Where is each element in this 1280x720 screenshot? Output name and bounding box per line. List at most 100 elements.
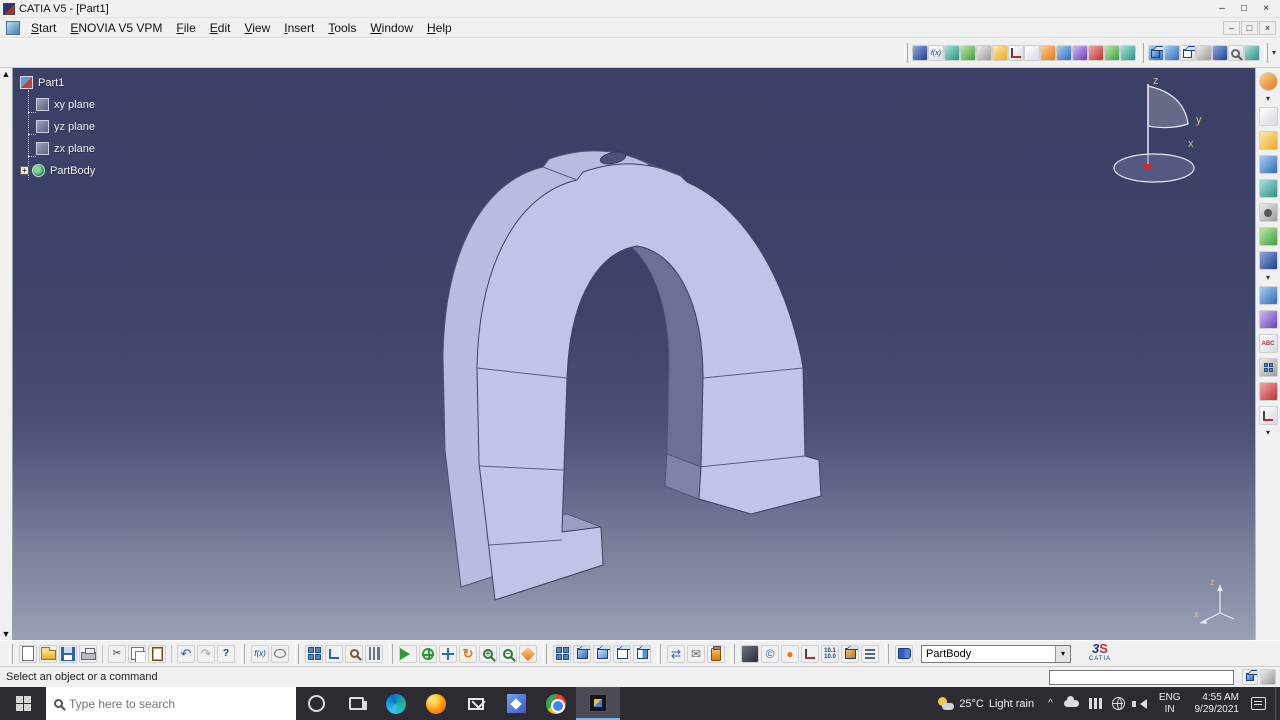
comment-icon[interactable] (271, 644, 289, 663)
formula-icon[interactable]: f(x) (927, 45, 944, 61)
rule-icon[interactable] (943, 45, 960, 61)
menu-file[interactable]: File (169, 19, 202, 37)
measure-icon[interactable]: 10.1 10.0 (821, 644, 839, 663)
options-icon[interactable] (861, 644, 879, 663)
toolbar-grip[interactable] (295, 643, 299, 664)
document-icon[interactable] (6, 20, 20, 35)
search-icon[interactable] (345, 644, 363, 663)
tree-label-part1[interactable]: Part1 (38, 77, 64, 89)
start-button[interactable] (0, 687, 46, 720)
check-icon[interactable] (959, 45, 976, 61)
current-workbench-icon[interactable] (1258, 72, 1278, 91)
part-model[interactable] (442, 150, 822, 601)
zoom-out-icon[interactable]: − (499, 644, 517, 663)
curvature-icon[interactable] (1119, 45, 1136, 61)
tree-node-xy-plane[interactable]: xy plane (36, 98, 95, 111)
toolbar-overflow-icon[interactable]: ▾ (1272, 49, 1276, 57)
save-icon[interactable] (59, 644, 77, 663)
open-folder-icon[interactable] (39, 644, 57, 663)
tree-scroll-up-icon[interactable]: ▲ (2, 69, 11, 79)
catalog-icon[interactable] (991, 45, 1008, 61)
design-table-icon[interactable] (975, 45, 992, 61)
toolbar-grip[interactable] (9, 643, 13, 664)
menu-window[interactable]: Window (363, 19, 420, 37)
new-document-icon[interactable] (19, 644, 37, 663)
toolbar-grip[interactable] (657, 643, 661, 664)
weather-widget[interactable]: 25°C Light rain (930, 687, 1042, 720)
network-button[interactable] (1084, 687, 1107, 720)
measure-item-icon[interactable] (1023, 45, 1040, 61)
tree-node-yz-plane[interactable]: yz plane (36, 120, 95, 133)
toolbar-grip[interactable] (543, 643, 547, 664)
multi-view-icon[interactable] (553, 644, 571, 663)
toolbar-grip[interactable] (731, 643, 735, 664)
chevron-down-icon[interactable]: ▾ (1055, 645, 1070, 662)
help-icon[interactable]: ? (217, 644, 235, 663)
pocket-icon[interactable] (1258, 155, 1278, 174)
3d-viewport[interactable]: ▲ ▼ Part1 xy plane yz plane zx plane + P… (0, 68, 1255, 640)
edge-button[interactable] (376, 687, 416, 720)
mdi-minimize-button[interactable]: – (1223, 20, 1240, 35)
task-view-button[interactable] (336, 687, 376, 720)
wireframe-view-icon[interactable] (613, 644, 631, 663)
rib-icon[interactable] (1258, 227, 1278, 246)
shaded-view-icon[interactable] (593, 644, 611, 663)
view-compass[interactable]: z y x (1078, 70, 1213, 195)
volume-button[interactable] (1130, 687, 1152, 720)
clash-icon[interactable] (1087, 45, 1104, 61)
fit-all-icon[interactable] (419, 644, 437, 663)
design-table-icon[interactable] (305, 644, 323, 663)
language-indicator[interactable]: ENG IN (1152, 687, 1188, 720)
fly-mode-icon[interactable] (399, 644, 417, 663)
draft-analysis-icon[interactable] (1103, 45, 1120, 61)
hidden-line-icon[interactable] (1195, 45, 1212, 61)
depth-effect-icon[interactable] (1243, 45, 1260, 61)
toolbar-more-icon[interactable]: ▾ (1266, 274, 1270, 282)
toolbar-grip[interactable] (903, 43, 908, 63)
compass-origin[interactable] (1144, 164, 1151, 170)
mail-icon[interactable]: ✉ (687, 644, 705, 663)
knowledge-icon[interactable] (911, 45, 928, 61)
taskbar-search[interactable] (46, 687, 296, 720)
material-jar-icon[interactable] (707, 644, 725, 663)
minimize-button[interactable]: – (1211, 1, 1233, 16)
tray-chevron-icon[interactable]: ^ (1042, 698, 1059, 709)
toolbar-grip[interactable] (241, 643, 245, 664)
globe-icon[interactable]: © (761, 644, 779, 663)
compass-fan[interactable] (1147, 85, 1189, 129)
section-icon[interactable] (1055, 45, 1072, 61)
toolbar-grip[interactable] (885, 643, 889, 664)
structure-icon[interactable] (325, 644, 343, 663)
formula-icon[interactable]: f(x) (251, 644, 269, 663)
stiffener-icon[interactable] (1258, 251, 1278, 270)
onedrive-button[interactable] (1059, 687, 1084, 720)
iso-view-icon[interactable] (573, 644, 591, 663)
menu-enovia[interactable]: ENOVIA V5 VPM (63, 19, 169, 37)
sketcher-icon[interactable] (1258, 107, 1278, 126)
mail-button[interactable] (456, 687, 496, 720)
photos-button[interactable] (496, 687, 536, 720)
shaft-icon[interactable] (1258, 179, 1278, 198)
paste-icon[interactable] (148, 644, 166, 663)
toolbar-more-icon[interactable]: ▾ (1266, 95, 1270, 103)
tree-node-partbody[interactable]: + PartBody (20, 164, 95, 177)
toolbar-grip[interactable] (1139, 43, 1144, 63)
distance-band-icon[interactable] (1071, 45, 1088, 61)
maximize-button[interactable]: □ (1233, 1, 1255, 16)
copy-icon[interactable] (128, 644, 146, 663)
tree-label-yz-plane[interactable]: yz plane (54, 121, 95, 133)
command-history-icon[interactable] (1242, 669, 1258, 685)
redo-icon[interactable]: ↷ (197, 644, 215, 663)
mdi-close-button[interactable]: × (1259, 20, 1276, 35)
compass-base[interactable] (1113, 153, 1195, 183)
sphere-icon[interactable]: ● (781, 644, 799, 663)
fillet-icon[interactable] (1258, 286, 1278, 305)
mdi-restore-button[interactable]: □ (1241, 20, 1258, 35)
hide-show-icon[interactable] (633, 644, 651, 663)
toolbar-more-icon[interactable]: ▾ (1266, 429, 1270, 437)
swap-space-icon[interactable]: ⇄ (667, 644, 685, 663)
chamfer-icon[interactable] (1258, 310, 1278, 329)
toolbar-grip[interactable] (389, 643, 393, 664)
power-input[interactable] (1049, 670, 1234, 685)
boolean-icon[interactable] (1258, 382, 1278, 401)
